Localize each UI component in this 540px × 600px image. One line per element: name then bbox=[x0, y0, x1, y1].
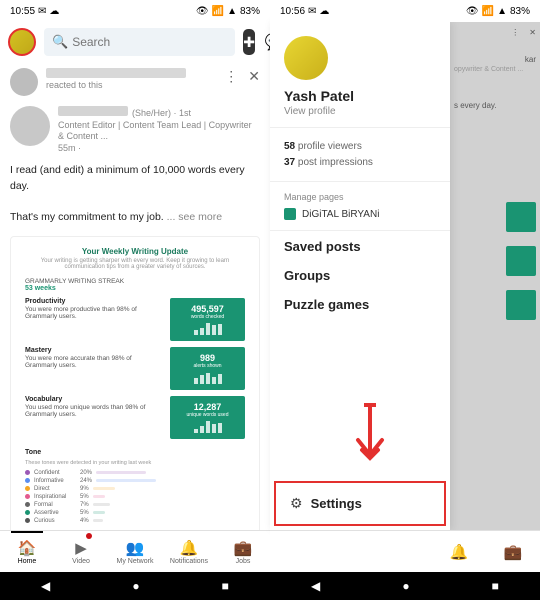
sys-back[interactable]: ◀ bbox=[311, 579, 320, 593]
new-post-button[interactable]: ✚ bbox=[243, 29, 255, 55]
drawer-user-name[interactable]: Yash Patel bbox=[284, 88, 436, 104]
nav-home[interactable]: 🏠Home bbox=[0, 531, 54, 572]
nav-video[interactable]: ▶Video bbox=[54, 531, 108, 572]
bottom-nav: 🏠Home ▶Video 👥My Network 🔔Notifications … bbox=[0, 530, 270, 572]
search-field[interactable]: 🔍 bbox=[44, 28, 235, 56]
tone-row: Informative24% bbox=[25, 478, 245, 484]
settings-button[interactable]: ⚙ Settings bbox=[274, 481, 446, 526]
report-title: Your Weekly Writing Update bbox=[25, 247, 245, 256]
tone-row: Assertive5% bbox=[25, 510, 245, 516]
gear-icon: ⚙ bbox=[290, 495, 303, 512]
dimmed-feed: ⋮✕ kar opywriter & Content ... s every d… bbox=[450, 22, 540, 530]
nav-jobs[interactable]: 💼Jobs bbox=[216, 531, 270, 572]
sys-recent[interactable]: ■ bbox=[222, 579, 229, 593]
tone-row: Formal7% bbox=[25, 502, 245, 508]
sys-back[interactable]: ◀ bbox=[41, 579, 50, 593]
sys-home[interactable]: ● bbox=[132, 579, 139, 593]
reactor-avatar[interactable] bbox=[10, 68, 38, 96]
system-nav: ◀ ● ■ bbox=[270, 572, 540, 600]
view-profile-link[interactable]: View profile bbox=[284, 106, 436, 117]
drawer-avatar[interactable] bbox=[284, 36, 328, 80]
puzzle-games-link[interactable]: Puzzle games bbox=[284, 297, 436, 312]
page-logo-icon bbox=[284, 208, 296, 220]
see-more-link[interactable]: ... see more bbox=[167, 211, 222, 223]
manage-pages-label: Manage pages bbox=[284, 192, 436, 202]
tone-row: Direct9% bbox=[25, 486, 245, 492]
post-dismiss-icon[interactable]: ✕ bbox=[248, 68, 260, 85]
screen-feed: 10:55 ✉ ☁ 👁📶▲83% 🔍 ✚ 💬 reacted to this ⋮… bbox=[0, 0, 270, 600]
search-icon: 🔍 bbox=[52, 34, 68, 50]
post-reaction-header: reacted to this ⋮ ✕ bbox=[0, 62, 270, 102]
post-more-icon[interactable]: ⋮ bbox=[224, 68, 238, 85]
post-timestamp: 55m · bbox=[58, 143, 260, 155]
tone-row: Inspirational5% bbox=[25, 494, 245, 500]
screen-drawer: 10:56 ✉ ☁ 👁📶▲83% ⋮✕ kar opywriter & Cont… bbox=[270, 0, 540, 600]
post-impressions-link[interactable]: 37 post impressions bbox=[284, 157, 436, 168]
sys-recent[interactable]: ■ bbox=[492, 579, 499, 593]
status-bar: 10:56 ✉ ☁ 👁📶▲83% bbox=[270, 0, 540, 22]
profile-avatar-button[interactable] bbox=[8, 28, 36, 56]
tone-row: Confident20% bbox=[25, 470, 245, 476]
sys-home[interactable]: ● bbox=[402, 579, 409, 593]
author-avatar[interactable] bbox=[10, 106, 50, 146]
status-battery: 83% bbox=[240, 6, 260, 17]
status-bar: 10:55 ✉ ☁ 👁📶▲83% bbox=[0, 0, 270, 22]
system-nav: ◀ ● ■ bbox=[0, 572, 270, 600]
saved-posts-link[interactable]: Saved posts bbox=[284, 239, 436, 254]
groups-link[interactable]: Groups bbox=[284, 268, 436, 283]
reacted-label: reacted to this bbox=[46, 80, 216, 90]
author-headline: Content Editor | Content Team Lead | Cop… bbox=[58, 120, 260, 143]
tone-row: Curious4% bbox=[25, 518, 245, 524]
bottom-nav-dimmed: 🔔 💼 bbox=[270, 530, 540, 572]
status-time: 10:55 bbox=[10, 6, 35, 17]
annotation-arrow-icon bbox=[350, 400, 390, 470]
post-attachment[interactable]: Your Weekly Writing Update Your writing … bbox=[0, 236, 270, 530]
feed[interactable]: reacted to this ⋮ ✕ (She/Her) · 1st Cont… bbox=[0, 62, 270, 530]
nav-network[interactable]: 👥My Network bbox=[108, 531, 162, 572]
post-body: I read (and edit) a minimum of 10,000 wo… bbox=[0, 159, 270, 230]
profile-viewers-link[interactable]: 58 profile viewers bbox=[284, 141, 436, 152]
nav-notifications[interactable]: 🔔Notifications bbox=[162, 531, 216, 572]
top-bar: 🔍 ✚ 💬 bbox=[0, 22, 270, 62]
search-input[interactable] bbox=[72, 35, 227, 49]
managed-page-link[interactable]: DiGiTAL BiRYANi bbox=[284, 208, 436, 220]
post-author[interactable]: (She/Her) · 1st Content Editor | Content… bbox=[0, 102, 270, 159]
